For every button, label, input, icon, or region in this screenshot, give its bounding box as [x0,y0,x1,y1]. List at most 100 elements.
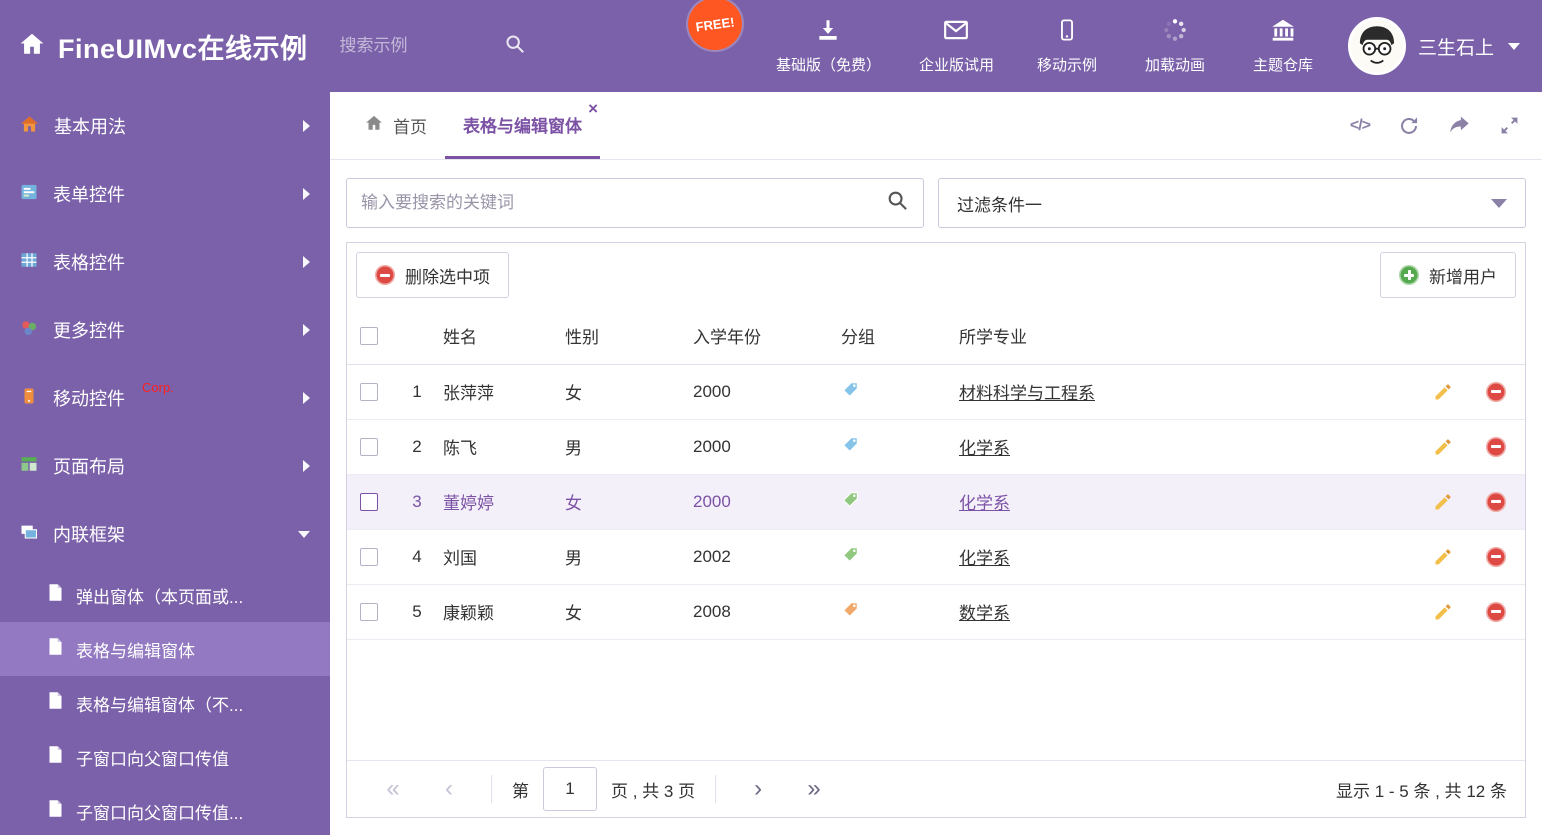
edit-pencil-icon[interactable] [1433,437,1453,457]
sidebar-item-page-layout[interactable]: 页面布局 [0,432,330,500]
view-source-icon[interactable]: </> [1350,117,1371,135]
page-number-input[interactable] [543,767,597,811]
sidebar-subitem-label: 表格与编辑窗体（不... [76,695,244,715]
mail-icon [942,17,970,47]
first-page-button[interactable]: « [365,775,421,803]
sidebar-item-form-controls[interactable]: 表单控件 [0,160,330,228]
edit-pencil-icon[interactable] [1433,547,1453,567]
close-icon[interactable]: × [588,100,598,117]
edit-pencil-icon[interactable] [1433,492,1453,512]
file-icon [48,583,63,607]
chevron-down-icon [1491,198,1507,208]
home-colored-icon [20,115,39,138]
sidebar-subitem-grid-edit-window[interactable]: 表格与编辑窗体 [0,622,330,676]
table-empty-space [347,640,1525,761]
sidebar-item-grid-controls[interactable]: 表格控件 [0,228,330,296]
sidebar-subitem-child-to-parent[interactable]: 子窗口向父窗口传值 [0,730,330,784]
nav-item-loading-animation[interactable]: 加载动画 [1140,17,1210,75]
sidebar-subitem-label: 子窗口向父窗口传值... [76,803,244,823]
record-summary: 显示 1 - 5 条 , 共 12 条 [1336,781,1507,801]
sidebar-item-mobile-controls[interactable]: 移动控件 Corp. [0,364,330,432]
brand[interactable]: FineUIMvc在线示例 [18,27,308,66]
main-area: 首页 表格与编辑窗体 × </> 输入要搜索的关键词 过滤条件一 删除选中项 新… [330,92,1542,835]
mobile-icon [1056,17,1078,47]
delete-row-icon[interactable] [1486,436,1506,457]
tab-bar: 首页 表格与编辑窗体 × </> [330,92,1542,160]
nav-label: 移动示例 [1036,57,1097,74]
sidebar-item-iframe[interactable]: 内联框架 [0,500,330,568]
search-icon[interactable] [504,33,526,60]
tab-home[interactable]: 首页 [346,92,445,159]
search-icon[interactable] [886,189,909,217]
tab-grid-edit-window[interactable]: 表格与编辑窗体 × [445,92,600,159]
nav-item-theme-repo[interactable]: 主题仓库 [1248,17,1318,75]
tab-action-icons: </> [1350,92,1526,159]
add-button-label: 新增用户 [1429,267,1497,287]
major-link[interactable]: 数学系 [959,604,1010,623]
chevron-right-icon [303,324,310,336]
app-window: FineUIMvc在线示例 FREE! 基础版（免费） 企业版试用 [0,0,1542,835]
nav-item-enterprise-trial[interactable]: 企业版试用 [919,17,994,75]
delete-row-icon[interactable] [1486,601,1506,622]
row-number: 1 [391,364,443,420]
sidebar-item-label: 移动控件 [53,389,125,409]
prev-page-button[interactable]: ‹ [421,775,477,803]
free-badge: FREE! [684,0,746,54]
delete-row-icon[interactable] [1486,546,1506,567]
cell-name: 陈飞 [443,419,565,475]
cell-gender: 女 [565,584,693,640]
tag-icon [843,491,858,507]
header-search-input[interactable] [339,36,490,56]
row-checkbox[interactable] [360,493,378,512]
sidebar-subitem-child-to-parent-2[interactable]: 子窗口向父窗口传值... [0,784,330,835]
spinner-icon [1162,17,1188,47]
add-user-button[interactable]: 新增用户 [1380,252,1516,298]
fullscreen-icon[interactable] [1499,115,1520,136]
delete-row-icon[interactable] [1486,491,1506,512]
file-icon [48,745,63,769]
open-in-new-window-icon[interactable] [1448,115,1471,137]
sidebar-subitem-popup-window[interactable]: 弹出窗体（本页面或... [0,568,330,622]
major-link[interactable]: 化学系 [959,494,1010,513]
row-checkbox[interactable] [360,438,378,457]
select-all-checkbox[interactable] [360,326,378,345]
row-checkbox[interactable] [360,383,378,402]
row-number: 3 [391,474,443,530]
major-link[interactable]: 化学系 [959,439,1010,458]
refresh-icon[interactable] [1398,115,1420,137]
sidebar-item-basic-usage[interactable]: 基本用法 [0,92,330,160]
column-header-year: 入学年份 [693,307,841,365]
sidebar-subitem-grid-edit-window-2[interactable]: 表格与编辑窗体（不... [0,676,330,730]
nav-item-basic-edition[interactable]: 基础版（免费） [776,17,881,75]
filter-dropdown-value: 过滤条件一 [957,195,1042,215]
pagination-bar: « ‹ 第 页 , 共 3 页 › » 显示 1 - 5 条 , 共 12 条 [347,760,1525,817]
table-row: 2 陈飞 男 2000 化学系 [347,419,1525,475]
row-checkbox[interactable] [360,603,378,622]
nav-label: 主题仓库 [1252,57,1313,74]
edit-pencil-icon[interactable] [1433,382,1453,402]
user-menu[interactable]: 三生石上 [1347,17,1520,75]
filter-dropdown[interactable]: 过滤条件一 [938,178,1526,228]
last-page-button[interactable]: » [786,775,842,803]
chevron-right-icon [303,120,310,132]
row-checkbox[interactable] [360,548,378,567]
next-page-button[interactable]: › [730,775,786,803]
page-suffix-label: 页 , 共 3 页 [611,781,696,801]
keyword-search-box [346,178,924,228]
nav-item-mobile-demo[interactable]: 移动示例 [1032,17,1102,75]
major-link[interactable]: 材料科学与工程系 [959,384,1095,403]
keyword-search-input[interactable] [361,193,886,213]
grid-panel: 删除选中项 新增用户 姓名 性别 入学年份 分组 所学专业 1 张萍萍 女 20… [346,242,1526,818]
sidebar-item-more-controls[interactable]: 更多控件 [0,296,330,364]
sidebar: 基本用法 表单控件 表格控件 更多控件 移动控件 Corp. 页面布局 内联框架… [0,92,330,835]
chevron-down-icon [298,530,310,538]
major-link[interactable]: 化学系 [959,549,1010,568]
column-header-major: 所学专业 [959,307,1419,365]
cell-year: 2000 [693,364,841,420]
header-nav: 基础版（免费） 企业版试用 移动示例 加载动画 主题仓库 [776,17,1318,75]
frame-icon [20,523,38,546]
edit-pencil-icon[interactable] [1433,602,1453,622]
cell-year: 2000 [693,474,841,530]
delete-selected-button[interactable]: 删除选中项 [356,252,509,298]
delete-row-icon[interactable] [1486,381,1506,402]
